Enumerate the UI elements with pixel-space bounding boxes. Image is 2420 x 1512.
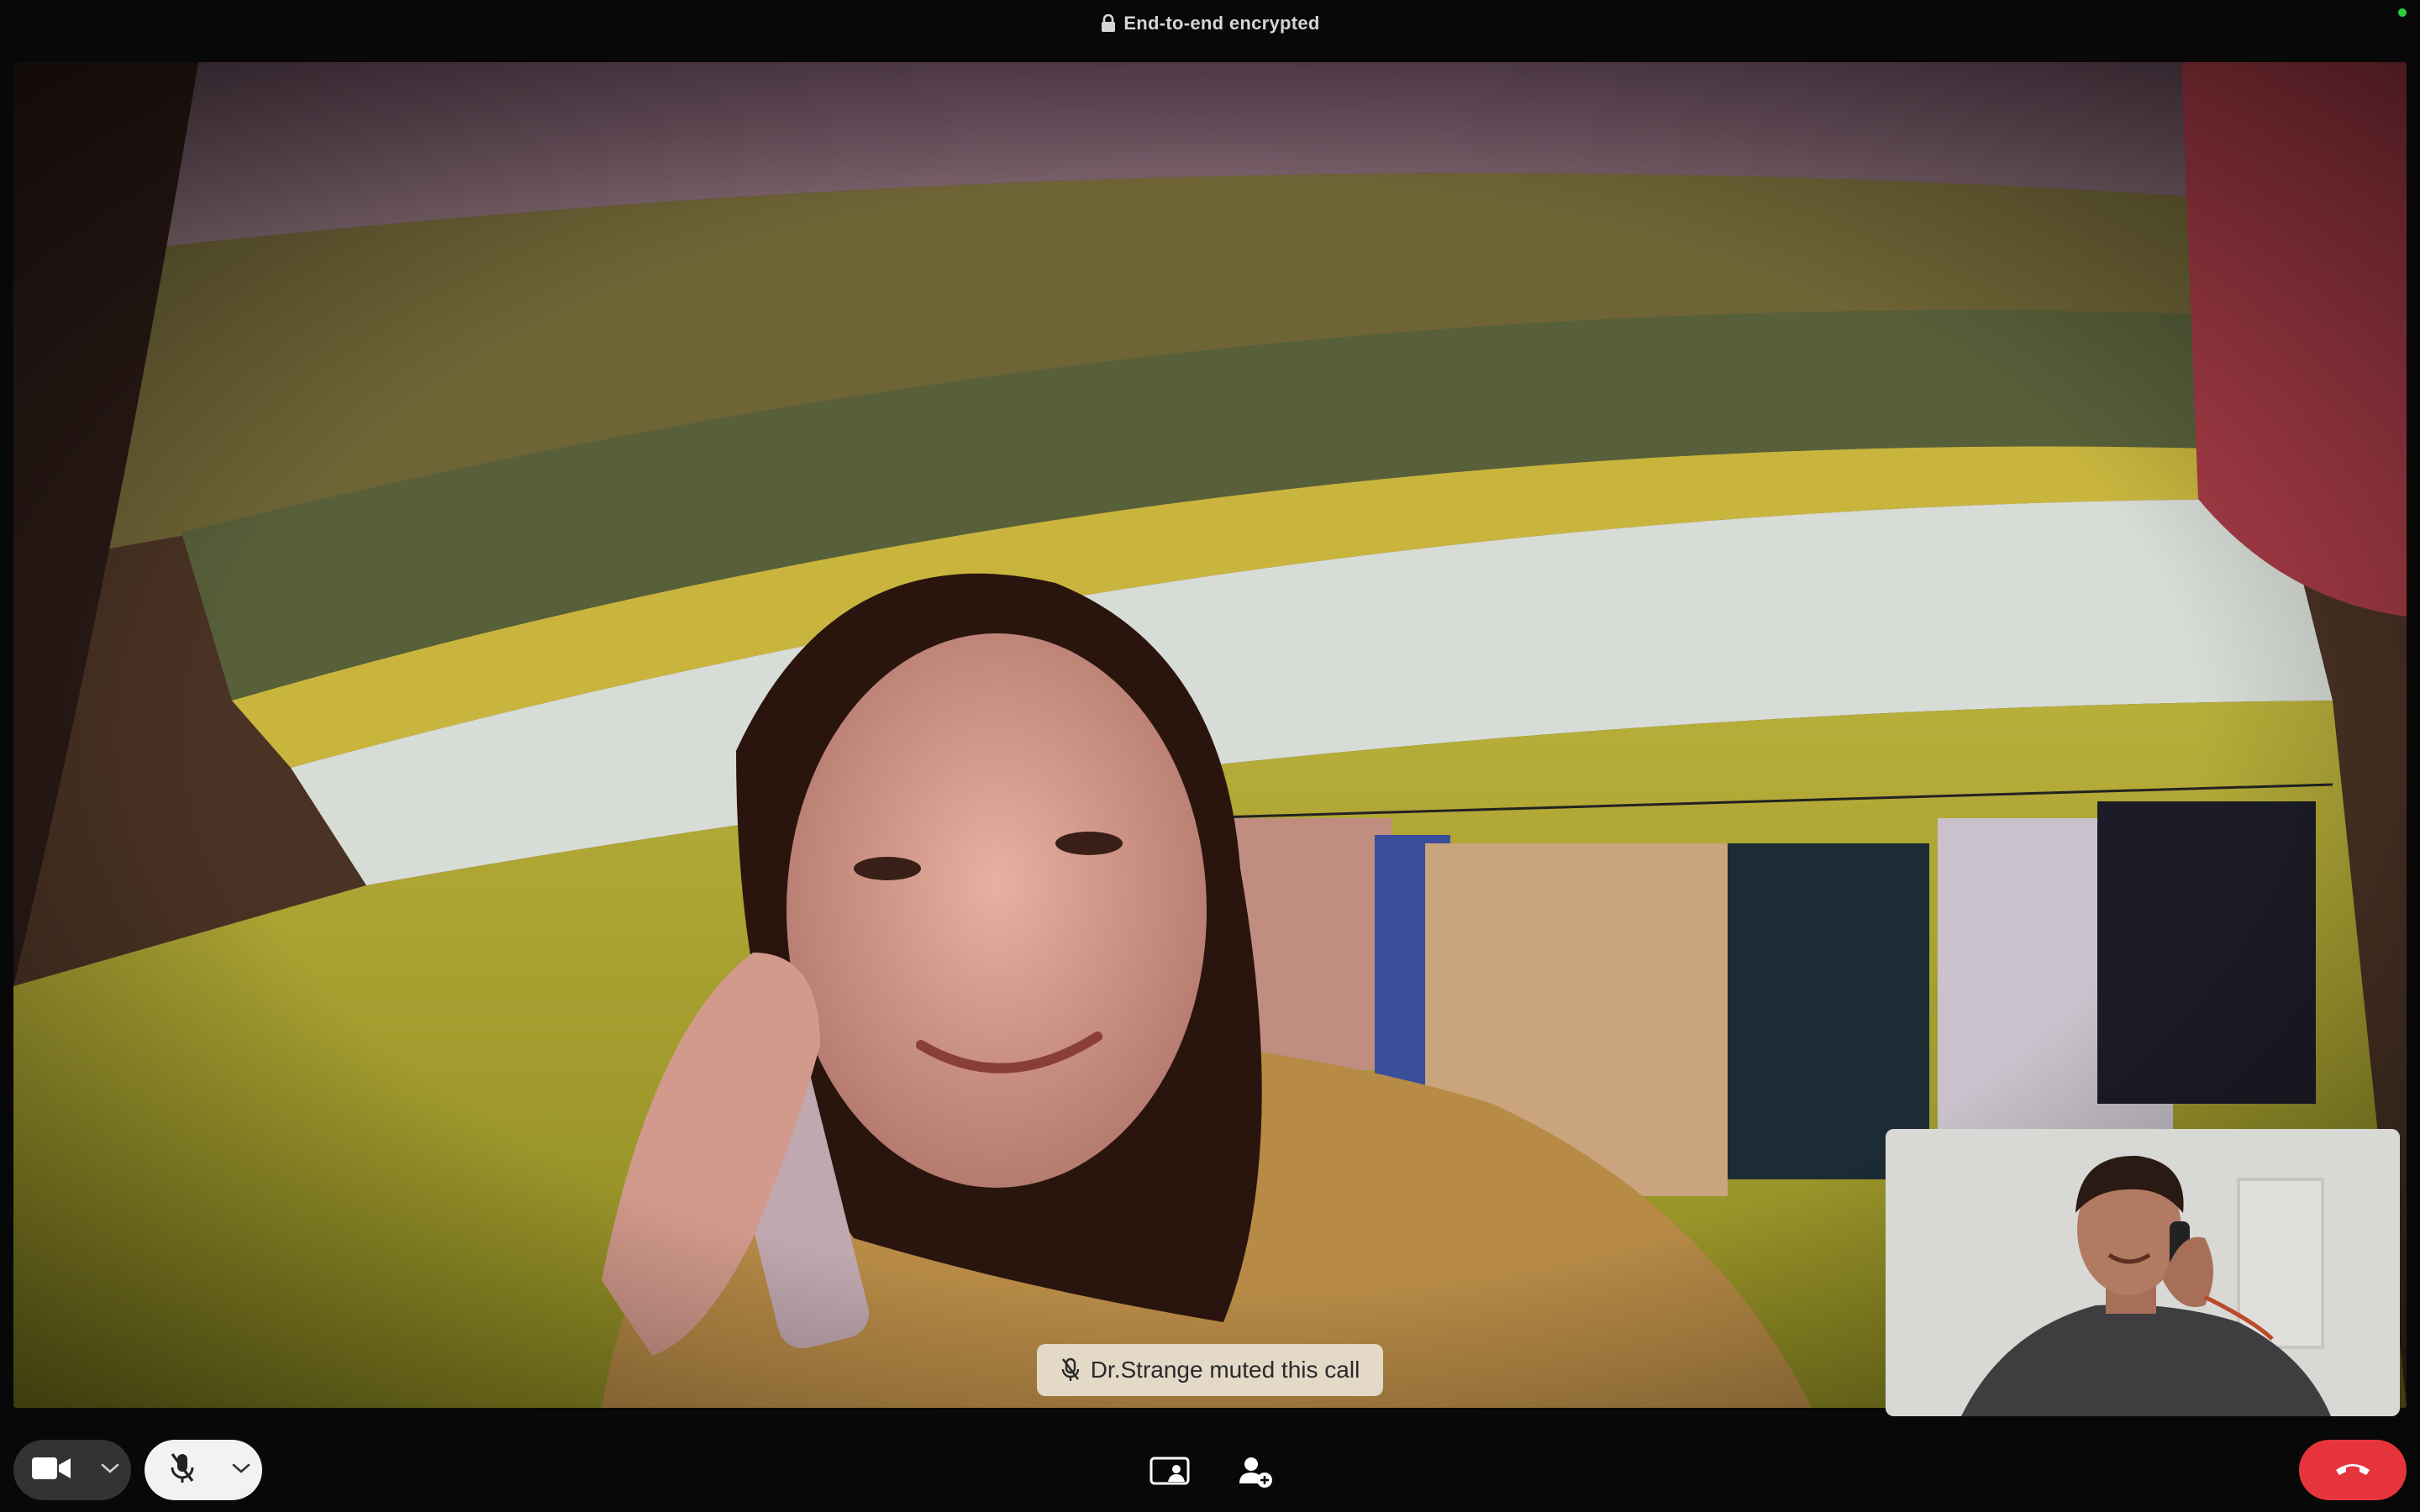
video-options-button[interactable] — [89, 1440, 131, 1500]
muted-notification-toast: Dr.Strange muted this call — [1037, 1344, 1383, 1396]
end-call-button[interactable] — [2299, 1440, 2407, 1500]
chevron-down-icon — [101, 1462, 119, 1478]
call-header: End-to-end encrypted — [0, 0, 2420, 47]
video-control-group — [13, 1440, 131, 1500]
end-call-icon — [2334, 1460, 2371, 1481]
screen-share-button[interactable] — [1144, 1448, 1195, 1499]
mic-control-group — [145, 1440, 262, 1500]
add-person-icon — [1238, 1455, 1273, 1493]
toggle-mic-button[interactable] — [145, 1440, 220, 1500]
encryption-label: End-to-end encrypted — [1123, 13, 1320, 34]
recording-indicator-dot — [2398, 8, 2407, 17]
screen-share-icon — [1150, 1457, 1190, 1491]
call-controls-bar — [0, 1420, 2420, 1512]
chevron-down-icon — [232, 1462, 250, 1478]
lock-icon — [1100, 13, 1117, 33]
toggle-video-button[interactable] — [13, 1440, 89, 1500]
video-call-window: End-to-end encrypted Dr.Strange muted th… — [0, 0, 2420, 1512]
muted-message: Dr.Strange muted this call — [1090, 1357, 1360, 1383]
mic-options-button[interactable] — [220, 1440, 262, 1500]
add-person-button[interactable] — [1230, 1448, 1281, 1499]
mic-muted-icon — [1060, 1357, 1081, 1383]
self-camera-preview[interactable] — [1886, 1129, 2400, 1416]
video-camera-icon — [32, 1456, 71, 1485]
mic-muted-icon — [170, 1452, 195, 1488]
